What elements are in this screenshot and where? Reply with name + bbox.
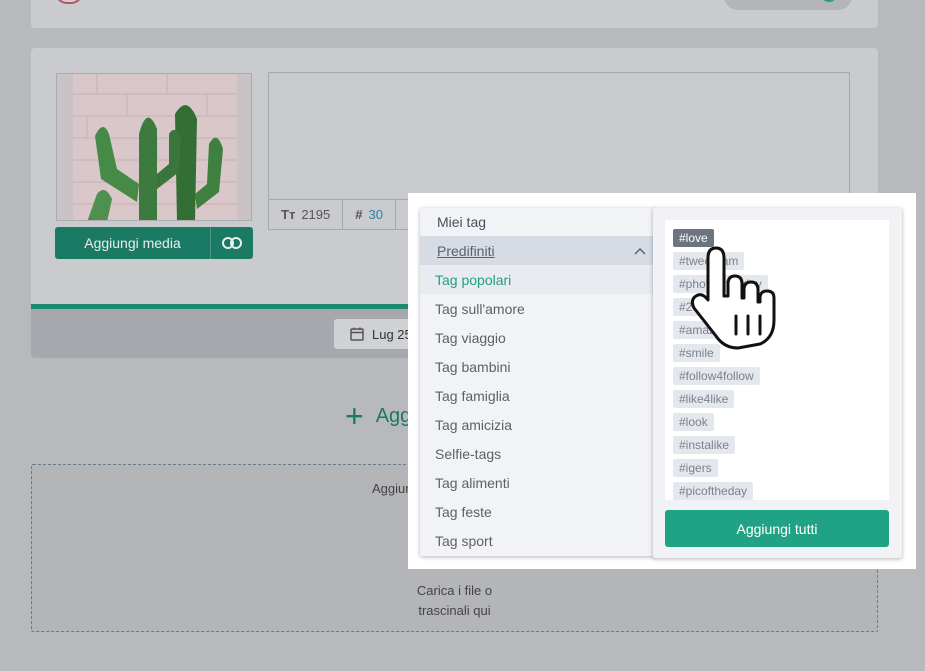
tag-chip[interactable]: #look <box>673 413 714 431</box>
menu-section-label: Predifiniti <box>437 242 495 259</box>
text-size-icon: Tт <box>281 207 296 222</box>
menu-item-food[interactable]: Tag alimenti <box>420 468 656 497</box>
menu-item-sport[interactable]: Tag sport <box>420 526 656 555</box>
cactus-image <box>57 74 251 220</box>
toggle-indicator <box>820 0 838 2</box>
menu-item-popular[interactable]: Tag popolari <box>420 265 656 294</box>
char-count: 2195 <box>301 207 331 222</box>
menu-item-kids[interactable]: Tag bambini <box>420 352 656 381</box>
tag-category-menu: Miei tag Predifiniti Tag popolari Tag su… <box>420 208 656 556</box>
plus-icon: + <box>345 398 364 434</box>
tag-chip[interactable]: #picoftheday <box>673 482 754 500</box>
menu-section-predefined[interactable]: Predifiniti <box>420 236 656 265</box>
dropzone-text: Carica i file o trascinali qui <box>32 581 877 621</box>
tag-chip[interactable]: #like4like <box>673 390 735 408</box>
tag-chip[interactable]: #follow4follow <box>673 367 760 385</box>
menu-my-tags[interactable]: Miei tag <box>420 208 656 236</box>
dropzone-line-2: trascinali qui <box>418 603 491 618</box>
date-label: Lug 25 <box>372 326 412 342</box>
menu-item-holidays[interactable]: Tag feste <box>420 497 656 526</box>
menu-item-travel[interactable]: Tag viaggio <box>420 323 656 352</box>
calendar-icon <box>350 327 364 341</box>
hashtag-icon: # <box>355 207 363 222</box>
add-media-label[interactable]: Aggiungi media <box>55 227 211 259</box>
add-all-button[interactable]: Aggiungi tutti <box>665 510 889 547</box>
add-post-button[interactable]: + Aggi <box>345 400 416 432</box>
top-toggle[interactable] <box>724 0 852 10</box>
media-thumbnail[interactable] <box>56 73 252 221</box>
hand-pointer-icon <box>690 246 776 350</box>
avatar[interactable] <box>55 0 83 4</box>
menu-item-love[interactable]: Tag sull'amore <box>420 294 656 323</box>
menu-item-family[interactable]: Tag famiglia <box>420 381 656 410</box>
menu-item-selfie[interactable]: Selfie-tags <box>420 439 656 468</box>
top-card <box>31 0 878 28</box>
tag-chip[interactable]: #instalike <box>673 436 736 454</box>
tag-chip[interactable]: #igers <box>673 459 718 477</box>
add-media-button[interactable]: Aggiungi media <box>55 227 253 259</box>
link-icon[interactable] <box>211 227 253 259</box>
chevron-up-icon <box>634 244 646 258</box>
hashtag-popup: Miei tag Predifiniti Tag popolari Tag su… <box>408 193 916 569</box>
dropzone-line-1: Carica i file o <box>416 583 493 598</box>
menu-item-friendship[interactable]: Tag amicizia <box>420 410 656 439</box>
hashtag-count: 30 <box>368 207 383 222</box>
hashtag-count-stat[interactable]: # 30 <box>343 200 396 229</box>
char-count-stat: Tт 2195 <box>269 200 344 229</box>
